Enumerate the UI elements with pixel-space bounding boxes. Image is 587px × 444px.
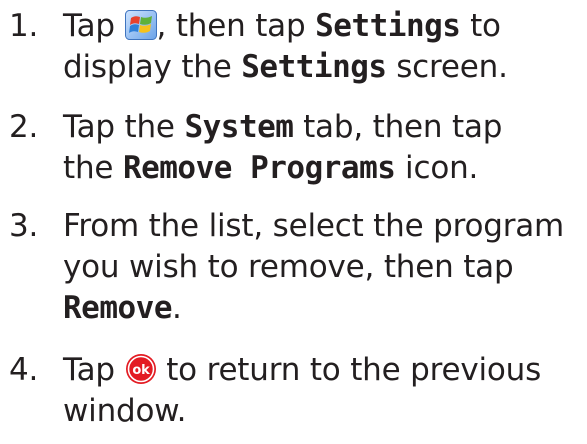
step-number: 3. — [9, 208, 39, 244]
keyword: System — [184, 109, 294, 145]
step-number: 4. — [9, 352, 39, 388]
step-line: you wish to remove, then tap — [63, 249, 514, 285]
step-line: Remove. — [63, 290, 182, 326]
keyword: Remove — [63, 290, 172, 326]
svg-text:ok: ok — [132, 363, 150, 378]
step-text: Tap the System tab, then tap the Remove … — [63, 107, 583, 189]
windows-start-icon — [124, 10, 157, 40]
step-line: Tap ok to return to the previous — [63, 352, 542, 388]
keyword: Settings — [315, 8, 461, 44]
step-number: 1. — [9, 8, 39, 44]
step-text: Tap ok to return to the previous window. — [63, 350, 583, 432]
step-number: 2. — [9, 109, 39, 145]
keyword: Settings — [241, 49, 387, 85]
step-line: window. — [63, 393, 187, 429]
step-line: display the Settings screen. — [63, 49, 508, 85]
step-text: Tap , then tap Settings to display the S… — [63, 6, 583, 88]
step-text: From the list, select the program you wi… — [63, 206, 583, 329]
step-line: Tap the System tab, then tap — [63, 109, 503, 145]
step-line: From the list, select the program — [63, 208, 565, 244]
step-line: the Remove Programs icon. — [63, 150, 479, 186]
step-line: Tap , then tap Settings to — [63, 8, 501, 44]
ok-button-icon: ok — [125, 353, 157, 385]
keyword: Remove Programs — [122, 150, 396, 186]
